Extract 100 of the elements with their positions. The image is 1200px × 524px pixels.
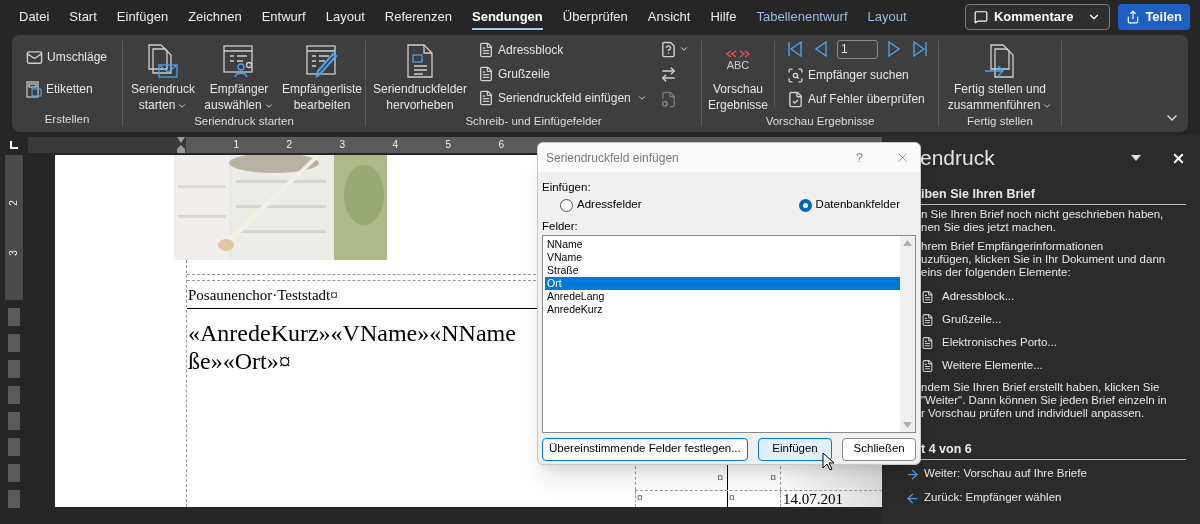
back-link[interactable]: Zurück: Empfänger wählen xyxy=(905,489,1200,507)
menu-tab[interactable]: Start xyxy=(59,0,107,34)
share-button[interactable]: Teilen xyxy=(1118,4,1190,30)
ruler-number: 2 xyxy=(286,139,292,151)
radio-button[interactable] xyxy=(560,198,573,212)
dialog-button[interactable]: Einfügen xyxy=(757,437,833,461)
table-cell: ¤ xyxy=(727,491,780,507)
menu-tab[interactable]: Entwurf xyxy=(251,0,316,34)
pane-link[interactable]: Adressblock... xyxy=(921,288,1186,306)
pane-link[interactable]: Elektronisches Porto... xyxy=(921,334,1186,352)
next-record-button[interactable] xyxy=(910,39,930,59)
radio-option[interactable]: Adressfelder xyxy=(560,196,642,214)
next-link[interactable]: Weiter: Vorschau auf Ihre Briefe xyxy=(905,465,1200,483)
merge-field-text: ße»«Ort»¤ xyxy=(188,347,292,375)
ruler-number: 4 xyxy=(392,139,398,151)
document-icon xyxy=(478,66,494,82)
ribbon-button[interactable]: Auf Fehler überprüfen xyxy=(785,87,927,111)
document-icon xyxy=(921,336,934,350)
field-label: Felder: xyxy=(542,219,579,233)
list-item[interactable]: Straße xyxy=(545,264,900,277)
pointer-cursor-icon xyxy=(822,452,834,471)
menu-tab[interactable]: Layout xyxy=(315,0,375,34)
document-icon xyxy=(921,290,934,304)
ribbon-button[interactable]: Etiketten xyxy=(24,77,95,101)
menu-tab[interactable]: Hilfe xyxy=(700,0,747,34)
list-item[interactable]: Ort xyxy=(545,277,900,290)
ribbon-button[interactable]: Seriendruckfeld einfügen xyxy=(476,86,649,110)
list-item[interactable]: AnredeLang xyxy=(545,290,900,303)
document-icon xyxy=(921,359,934,373)
find-recipient-icon xyxy=(787,66,804,84)
menu-tab[interactable]: Layout xyxy=(857,0,917,34)
ruler-number: 6 xyxy=(498,139,504,151)
label-sheet-icon xyxy=(26,80,42,98)
instruction-text: r Vorschau prüfen und individuell anpassen. xyxy=(921,407,1146,420)
envelope-icon xyxy=(26,48,43,66)
ribbon-button[interactable]: Umschläge xyxy=(24,45,110,69)
ribbon-button[interactable]: Empfängerliste bearbeiten xyxy=(281,35,363,113)
radio-option[interactable]: Datenbankfelder xyxy=(798,196,900,214)
menu-tab[interactable]: Zeichnen xyxy=(178,0,252,34)
table-pencil-icon xyxy=(305,44,339,78)
table-cell: ¤ xyxy=(635,491,727,507)
document-question-icon xyxy=(660,40,677,58)
menu-tab[interactable]: Überprüfen xyxy=(552,0,638,34)
dialog-button[interactable]: Schließen xyxy=(842,437,916,461)
indent-marker-icon xyxy=(176,137,186,153)
previous-record-button[interactable] xyxy=(785,39,805,59)
ruler-number: 2 xyxy=(8,200,20,206)
menu-tab[interactable]: Tabellenentwurf xyxy=(746,0,858,34)
caret-icon xyxy=(679,44,689,54)
list-item[interactable]: VName xyxy=(545,251,900,264)
menu-tab[interactable]: Sendungen xyxy=(462,0,553,34)
caret-icon xyxy=(636,93,647,103)
group-title: Schreib- und Einfügefelder xyxy=(464,114,603,129)
document-icon xyxy=(478,42,494,58)
instruction-text: n Sie Ihren Brief noch nicht geschrieben haben, xyxy=(921,208,1165,221)
instruction-text: "Weiter". Dann können Sie jeden Brief einzeln in xyxy=(921,394,1168,407)
merge-field-text: «AnredeKurz»«VName»«NName xyxy=(188,319,517,347)
documents-arrow-icon xyxy=(983,43,1017,79)
menu-tab[interactable]: Einfügen xyxy=(106,0,179,34)
step-heading: t 4 von 6 xyxy=(921,441,973,458)
ribbon-button[interactable]: Seriendruck starten xyxy=(129,35,197,113)
document-icon xyxy=(478,90,494,106)
tab-stop-icon xyxy=(10,141,18,149)
date-text: 14.07.201 xyxy=(780,491,843,507)
radio-button[interactable] xyxy=(798,198,812,212)
letterhead-text: Posaunenchor·Teststadt¤ xyxy=(187,286,338,305)
menu-tab[interactable]: Referenzen xyxy=(374,0,462,34)
ruler-number: 1 xyxy=(233,139,239,151)
menu-tab[interactable]: Datei xyxy=(9,0,60,34)
ribbon-button[interactable]: Empfänger auswählen xyxy=(201,35,277,113)
ribbon-button[interactable]: Adressblock xyxy=(476,38,566,62)
ribbon-button[interactable]: Seriendruckfelder hervorheben xyxy=(370,35,470,113)
fields-list[interactable]: NName VName Straße Ort AnredeLang AnredeKurz xyxy=(542,235,916,433)
documents-envelope-icon xyxy=(147,43,179,79)
instruction-text: nen Sie dies jetzt machen. xyxy=(921,221,1057,234)
document-gear-icon xyxy=(660,90,677,108)
comments-button[interactable]: Kommentare xyxy=(964,4,1111,30)
ribbon-button[interactable]: Fertig stellen und zusammenführen xyxy=(941,35,1059,113)
comment-icon xyxy=(973,10,988,24)
list-item[interactable]: AnredeKurz xyxy=(545,303,900,316)
ribbon-button[interactable]: Grußzeile xyxy=(476,62,552,86)
group-title: Fertig stellen xyxy=(966,114,1034,129)
document-field-icon xyxy=(405,43,435,79)
dropdown-icon[interactable] xyxy=(1131,155,1141,161)
dialog-button[interactable]: Übereinstimmende Felder festlegen... xyxy=(542,437,748,461)
pane-link[interactable]: Weitere Elemente... xyxy=(921,357,1186,375)
list-item[interactable]: NName xyxy=(545,238,900,251)
menu-tab[interactable]: Ansicht xyxy=(637,0,701,34)
arrow-right-icon xyxy=(905,466,920,482)
instruction-text: uzufügen, klicken Sie in Ihr Dokument und dann xyxy=(921,253,1167,266)
ribbon-button[interactable]: ABC Vorschau Ergebnisse xyxy=(706,35,770,113)
pane-title: endruck xyxy=(920,145,996,172)
pane-link[interactable]: Grußzeile... xyxy=(921,311,1186,329)
ribbon-button[interactable]: Empfänger suchen xyxy=(785,63,911,87)
record-number-field[interactable]: 1 xyxy=(837,39,878,59)
dialog-title: Seriendruckfeld einfügen xyxy=(546,149,680,167)
instruction-text: ndem Sie Ihren Brief erstellt haben, klicken Sie xyxy=(921,381,1161,394)
group-title: Erstellen xyxy=(43,111,91,127)
document-check-icon xyxy=(787,90,804,108)
instruction-text: hrem Brief Empfängerinformationen xyxy=(921,240,1105,253)
